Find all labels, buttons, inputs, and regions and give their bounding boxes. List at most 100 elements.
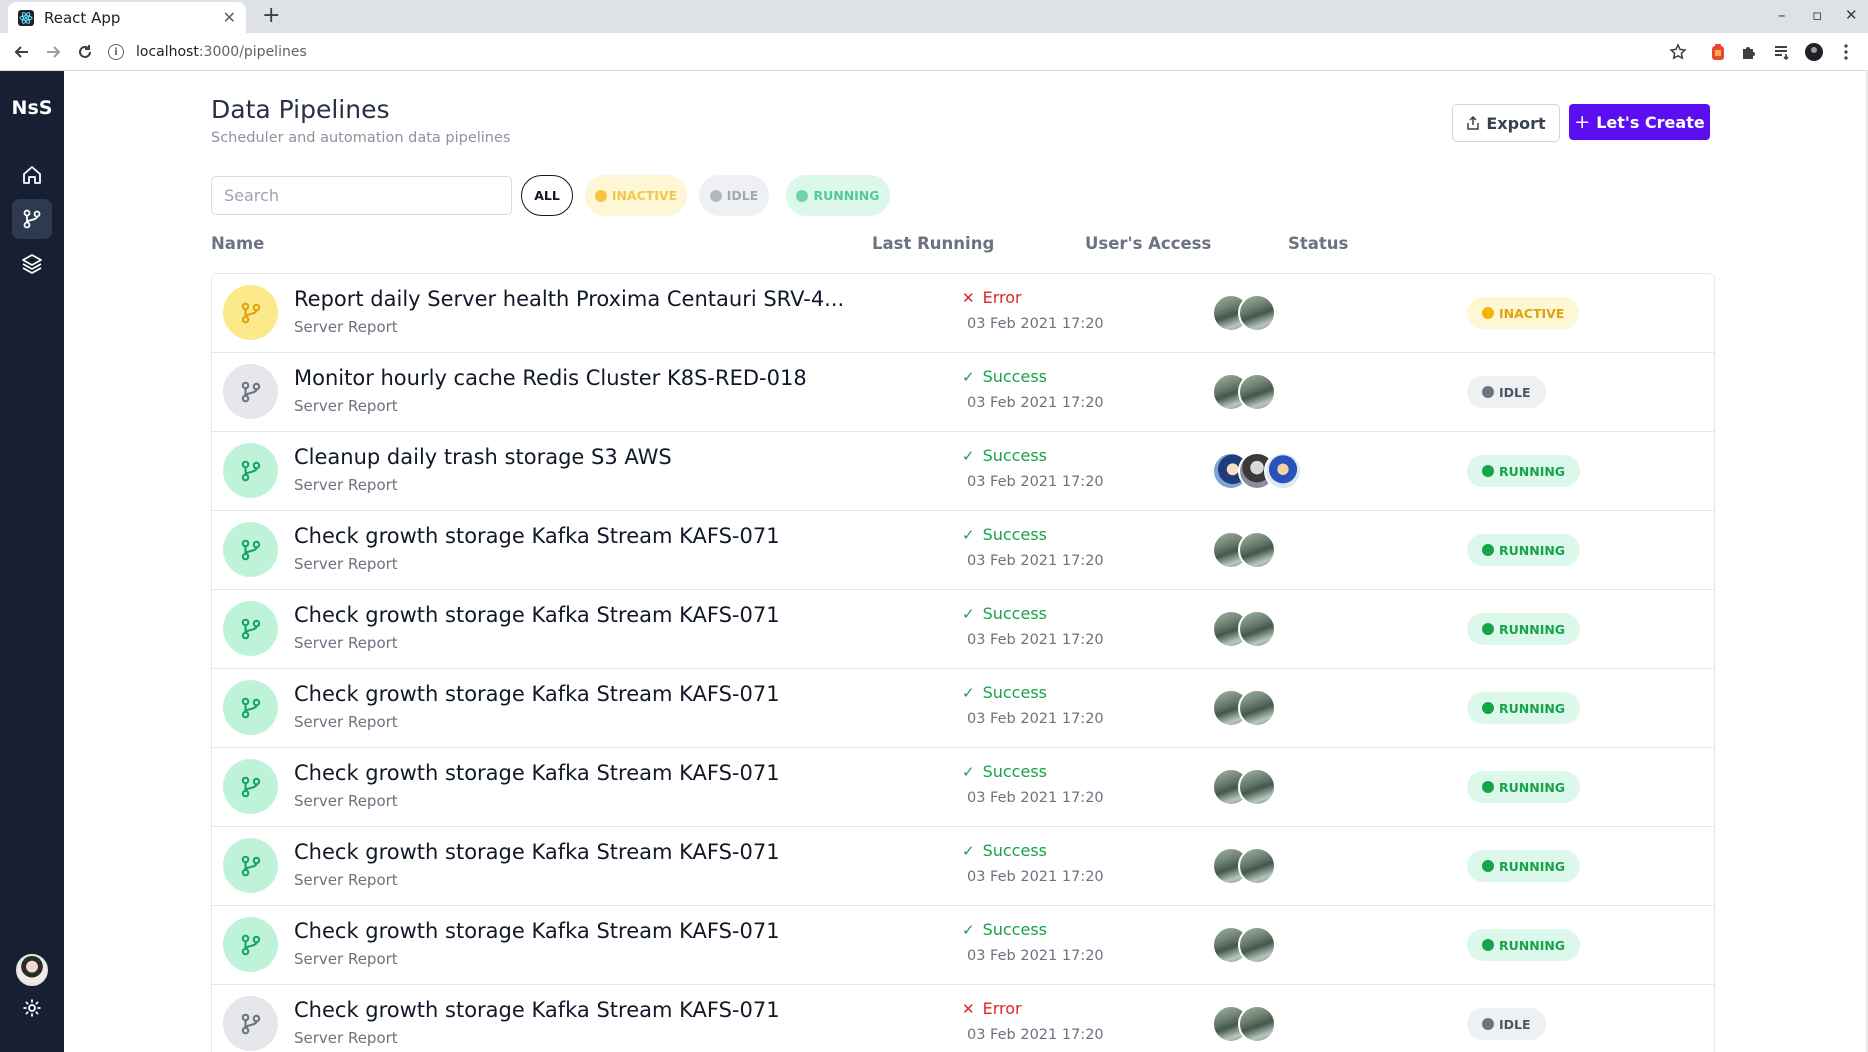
pipeline-name[interactable]: Report daily Server health Proxima Centa… <box>294 287 844 311</box>
pipeline-branch-icon <box>223 917 278 972</box>
filter-running[interactable]: RUNNING <box>786 175 890 216</box>
user-access-avatars <box>1212 1005 1276 1043</box>
browser-tab[interactable]: React App ✕ <box>8 2 246 33</box>
pipeline-name[interactable]: Check growth storage Kafka Stream KAFS-0… <box>294 919 780 943</box>
sidebar-item-pipelines[interactable] <box>12 199 52 239</box>
user-access-avatar[interactable] <box>1238 689 1276 727</box>
last-run-result: ✓ Success <box>962 367 1047 386</box>
last-run-result: ✓ Success <box>962 920 1047 939</box>
tab-close-icon[interactable]: ✕ <box>223 8 236 27</box>
last-run-result-label: Error <box>982 999 1022 1018</box>
pipeline-branch-icon <box>223 522 278 577</box>
user-access-avatar[interactable] <box>1238 768 1276 806</box>
user-access-avatars <box>1212 294 1276 332</box>
app-logo[interactable]: NsS <box>0 97 64 119</box>
url-path: :3000/pipelines <box>198 44 307 60</box>
table-row[interactable]: Check growth storage Kafka Stream KAFS-0… <box>212 669 1714 748</box>
sidebar-item-home[interactable] <box>12 155 52 195</box>
table-row[interactable]: Check growth storage Kafka Stream KAFS-0… <box>212 985 1714 1052</box>
user-access-avatars <box>1212 768 1276 806</box>
pipeline-subtitle: Server Report <box>294 1029 398 1047</box>
profile-avatar-icon[interactable] <box>1804 42 1824 62</box>
pipeline-branch-icon <box>223 601 278 656</box>
column-header-status[interactable]: Status <box>1288 234 1348 253</box>
last-run-date: 03 Feb 2021 17:20 <box>967 790 1104 806</box>
user-access-avatar[interactable] <box>1238 294 1276 332</box>
address-bar[interactable]: i localhost:3000/pipelines <box>108 38 1708 66</box>
browser-menu-icon[interactable] <box>1836 42 1856 62</box>
user-access-avatar[interactable] <box>1238 531 1276 569</box>
reload-icon[interactable] <box>75 42 95 62</box>
last-run-date: 03 Feb 2021 17:20 <box>967 316 1104 332</box>
user-access-avatar[interactable] <box>1238 926 1276 964</box>
table-row[interactable]: Check growth storage Kafka Stream KAFS-0… <box>212 748 1714 827</box>
last-run-result: ✓ Success <box>962 841 1047 860</box>
table-row[interactable]: Check growth storage Kafka Stream KAFS-0… <box>212 590 1714 669</box>
create-pipeline-button[interactable]: + Let's Create <box>1569 104 1710 140</box>
export-button[interactable]: Export <box>1452 104 1560 142</box>
status-dot-icon <box>1482 702 1494 714</box>
settings-gear-icon[interactable] <box>22 998 42 1018</box>
main-content: Data Pipelines Scheduler and automation … <box>64 71 1868 1052</box>
table-row[interactable]: Monitor hourly cache Redis Cluster K8S-R… <box>212 353 1714 432</box>
user-access-avatar[interactable] <box>1238 847 1276 885</box>
status-label: IDLE <box>1499 384 1531 400</box>
pipeline-name[interactable]: Check growth storage Kafka Stream KAFS-0… <box>294 524 780 548</box>
success-check-icon: ✓ <box>962 525 975 544</box>
sidebar-item-layers[interactable] <box>12 243 52 283</box>
column-header-name[interactable]: Name <box>211 234 264 253</box>
create-label: Let's Create <box>1596 112 1705 132</box>
close-window-button[interactable]: ✕ <box>1845 6 1858 24</box>
pipeline-name[interactable]: Monitor hourly cache Redis Cluster K8S-R… <box>294 366 807 390</box>
success-check-icon: ✓ <box>962 841 975 860</box>
table-row[interactable]: Check growth storage Kafka Stream KAFS-0… <box>212 827 1714 906</box>
status-dot-icon <box>1482 544 1494 556</box>
user-access-avatar[interactable] <box>1238 1005 1276 1043</box>
table-row[interactable]: Check growth storage Kafka Stream KAFS-0… <box>212 511 1714 590</box>
user-access-avatar[interactable] <box>1238 373 1276 411</box>
filter-inactive[interactable]: INACTIVE <box>585 175 687 216</box>
column-header-last-running[interactable]: Last Running <box>872 234 994 253</box>
pipeline-name[interactable]: Check growth storage Kafka Stream KAFS-0… <box>294 998 780 1022</box>
status-badge: RUNNING <box>1467 534 1581 566</box>
extension-badge-icon[interactable] <box>1708 42 1728 62</box>
pipeline-name[interactable]: Cleanup daily trash storage S3 AWS <box>294 445 672 469</box>
filter-idle[interactable]: IDLE <box>699 175 769 216</box>
forward-icon[interactable] <box>43 42 63 62</box>
filter-all[interactable]: ALL <box>521 175 573 216</box>
pipeline-name[interactable]: Check growth storage Kafka Stream KAFS-0… <box>294 603 780 627</box>
extensions-puzzle-icon[interactable] <box>1739 42 1759 62</box>
table-row[interactable]: Report daily Server health Proxima Centa… <box>212 274 1714 353</box>
app-sidebar: NsS <box>0 71 64 1052</box>
site-info-icon[interactable]: i <box>108 44 124 60</box>
back-icon[interactable] <box>12 42 32 62</box>
status-dot-icon <box>1482 386 1494 398</box>
last-run-result-label: Success <box>982 367 1047 386</box>
page-subtitle: Scheduler and automation data pipelines <box>211 130 511 146</box>
pipeline-branch-icon <box>223 996 278 1051</box>
last-run-date: 03 Feb 2021 17:20 <box>967 948 1104 964</box>
bookmark-star-icon[interactable] <box>1668 42 1688 62</box>
filter-inactive-label: INACTIVE <box>611 188 678 203</box>
table-row[interactable]: Check growth storage Kafka Stream KAFS-0… <box>212 906 1714 985</box>
last-run-result-label: Success <box>982 525 1047 544</box>
pipeline-name[interactable]: Check growth storage Kafka Stream KAFS-0… <box>294 761 780 785</box>
last-run-result-label: Success <box>982 841 1047 860</box>
status-label: RUNNING <box>1499 858 1566 874</box>
user-access-avatar[interactable] <box>1238 610 1276 648</box>
export-icon <box>1467 116 1480 130</box>
maximize-button[interactable]: ▫ <box>1812 6 1822 24</box>
table-row[interactable]: Cleanup daily trash storage S3 AWS Server… <box>212 432 1714 511</box>
user-avatar[interactable] <box>16 954 48 986</box>
column-header-users-access[interactable]: User's Access <box>1085 234 1211 253</box>
pipeline-name[interactable]: Check growth storage Kafka Stream KAFS-0… <box>294 682 780 706</box>
user-access-avatar[interactable] <box>1264 452 1302 490</box>
pipeline-branch-icon <box>223 680 278 735</box>
reading-list-icon[interactable] <box>1772 42 1792 62</box>
search-input[interactable] <box>211 176 512 215</box>
pipeline-subtitle: Server Report <box>294 318 398 336</box>
pipeline-branch-icon <box>223 443 278 498</box>
minimize-button[interactable]: – <box>1778 6 1786 24</box>
new-tab-button[interactable]: + <box>262 5 280 27</box>
pipeline-name[interactable]: Check growth storage Kafka Stream KAFS-0… <box>294 840 780 864</box>
